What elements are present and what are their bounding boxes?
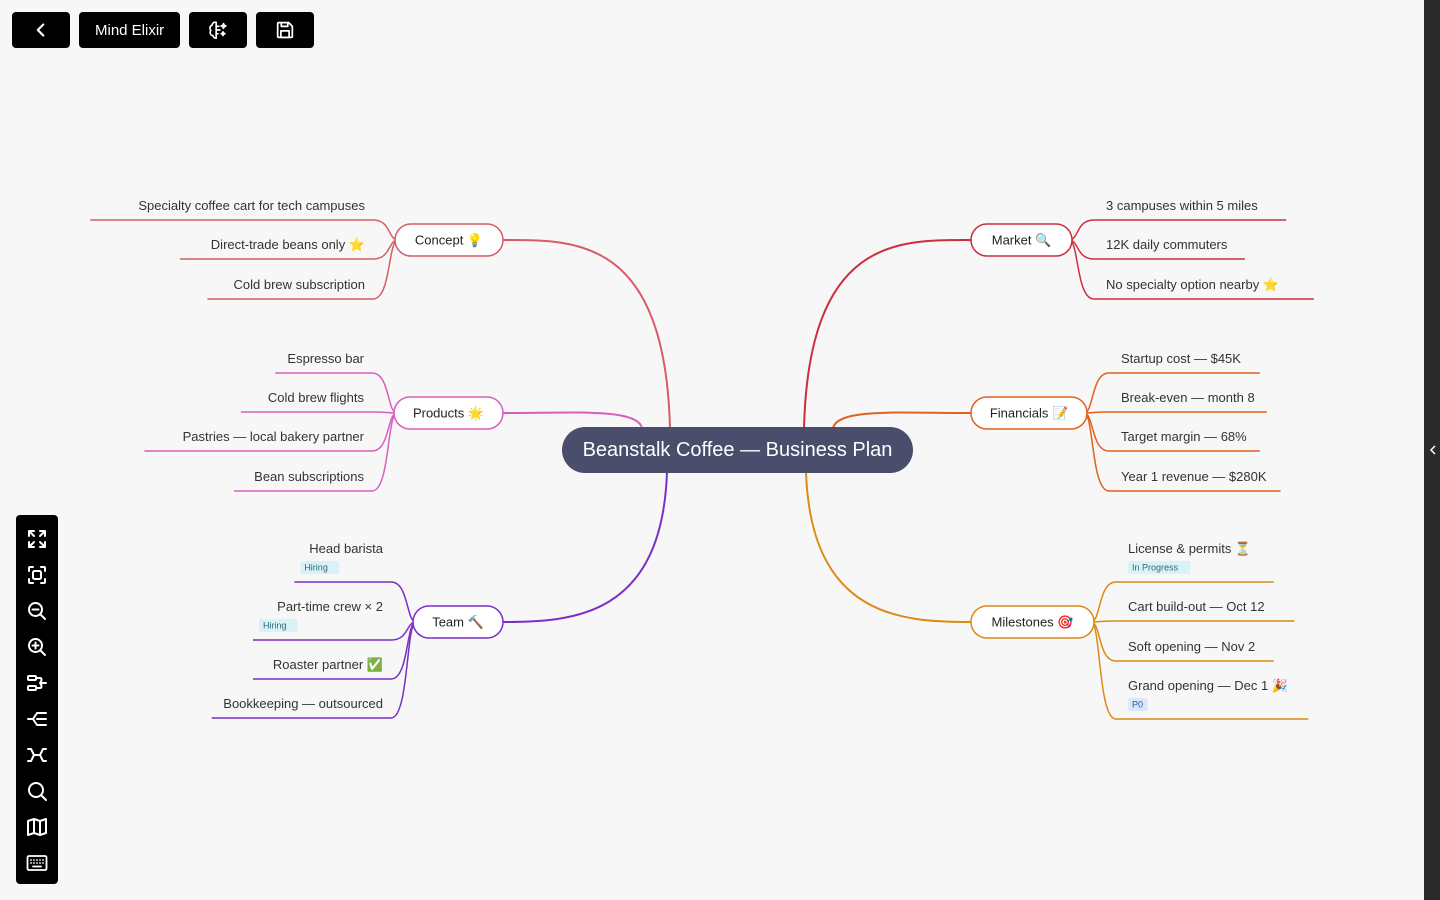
zoom-out-icon — [28, 602, 46, 620]
tag-label: P0 — [1132, 700, 1143, 710]
focus-frame-icon — [28, 566, 46, 584]
topic-financials[interactable]: Financials 📝 — [970, 396, 1088, 430]
child-bookkeeping-outsourced[interactable]: Bookkeeping — outsourced — [223, 696, 383, 711]
child-grand-opening-dec-1[interactable]: Grand opening — Dec 1 🎉 P0 — [1128, 678, 1288, 711]
child-connector — [1090, 621, 1309, 720]
child-label: No specialty option nearby ⭐ — [1106, 277, 1279, 292]
child-label: 3 campuses within 5 miles — [1106, 198, 1258, 213]
layout-right-button[interactable] — [16, 665, 58, 701]
child-label: Year 1 revenue — $280K — [1121, 469, 1267, 484]
layout-both-button[interactable] — [16, 737, 58, 773]
topic-label: Team 🔨 — [432, 615, 484, 630]
topic-label: Market 🔍 — [992, 232, 1052, 248]
tag-label: In Progress — [1132, 563, 1179, 573]
child-label: Pastries — local bakery partner — [183, 429, 365, 444]
side-layout-icon — [27, 675, 47, 691]
child-part-time-crew-2[interactable]: Part-time crew × 2 Hiring — [258, 599, 383, 632]
topic-milestones[interactable]: Milestones 🎯 — [970, 605, 1095, 639]
center-view-button[interactable] — [16, 557, 58, 593]
branch-connector-team — [502, 471, 668, 623]
child-label: Espresso bar — [287, 351, 364, 366]
topic-label: Milestones 🎯 — [992, 615, 1074, 630]
topic-concept[interactable]: Concept 💡 — [394, 223, 504, 257]
search-icon — [28, 782, 47, 801]
child-soft-opening-nov-2[interactable]: Soft opening — Nov 2 — [1128, 639, 1255, 654]
left-layout-icon — [27, 712, 47, 726]
child-label: Bookkeeping — outsourced — [223, 696, 383, 711]
child-bean-subscriptions[interactable]: Bean subscriptions — [254, 469, 364, 484]
root-topic[interactable]: Beanstalk Coffee — Business Plan — [562, 427, 913, 473]
child-no-specialty-option-nearby[interactable]: No specialty option nearby ⭐ — [1106, 277, 1279, 292]
child-label: 12K daily commuters — [1106, 237, 1228, 252]
child-label: Cold brew subscription — [233, 277, 365, 292]
topic-label: Financials 📝 — [990, 406, 1068, 421]
child-label: Soft opening — Nov 2 — [1128, 639, 1255, 654]
child-label: Startup cost — $45K — [1121, 351, 1241, 366]
child-label: License & permits ⏳ — [1128, 541, 1251, 556]
child-connector — [1083, 411, 1267, 414]
map-icon — [27, 818, 47, 836]
child-pastries-local-bakery-partner[interactable]: Pastries — local bakery partner — [183, 429, 365, 444]
child-3-campuses-within-5-miles[interactable]: 3 campuses within 5 miles — [1106, 198, 1258, 213]
child-label: Cart build-out — Oct 12 — [1128, 599, 1265, 614]
child-label: Part-time crew × 2 — [277, 599, 383, 614]
topic-label: Concept 💡 — [415, 233, 483, 248]
tag-label: Hiring — [263, 621, 287, 631]
child-direct-trade-beans-only[interactable]: Direct-trade beans only ⭐ — [211, 237, 365, 252]
branch-connector-market — [803, 238, 972, 429]
child-12k-daily-commuters[interactable]: 12K daily commuters — [1106, 237, 1228, 252]
child-target-margin-68[interactable]: Target margin — 68% — [1121, 429, 1247, 444]
topic-market[interactable]: Market 🔍 — [970, 223, 1073, 257]
side-toolbar — [16, 515, 58, 884]
child-specialty-coffee-cart-for-tech-campuses[interactable]: Specialty coffee cart for tech campuses — [138, 198, 365, 213]
full-screen-button[interactable] — [16, 521, 58, 557]
child-label: Target margin — 68% — [1121, 429, 1247, 444]
expand-icon — [28, 530, 46, 548]
branch-connector-concept — [502, 238, 671, 429]
child-label: Bean subscriptions — [254, 469, 364, 484]
branch-connector-milestones — [805, 471, 972, 623]
child-cart-build-out-oct-12[interactable]: Cart build-out — Oct 12 — [1128, 599, 1265, 614]
child-break-even-month-8[interactable]: Break-even — month 8 — [1121, 390, 1255, 405]
search-button[interactable] — [16, 773, 58, 809]
side-panel-toggle[interactable] — [1424, 0, 1440, 900]
topic-label: Products 🌟 — [413, 406, 484, 422]
child-startup-cost-45k[interactable]: Startup cost — $45K — [1121, 351, 1241, 366]
child-label: Direct-trade beans only ⭐ — [211, 237, 365, 252]
topic-team[interactable]: Team 🔨 — [412, 605, 504, 639]
child-connector — [1090, 620, 1295, 623]
child-cold-brew-flights[interactable]: Cold brew flights — [268, 390, 365, 405]
branch-connector-financials — [832, 411, 972, 429]
keyboard-shortcuts-button[interactable] — [16, 845, 58, 881]
child-label: Break-even — month 8 — [1121, 390, 1255, 405]
child-label: Specialty coffee cart for tech campuses — [138, 198, 365, 213]
tag-label: Hiring — [304, 563, 328, 573]
child-espresso-bar[interactable]: Espresso bar — [287, 351, 364, 366]
minimap-button[interactable] — [16, 809, 58, 845]
both-sides-icon — [27, 748, 47, 762]
layout-left-button[interactable] — [16, 701, 58, 737]
child-label: Roaster partner ✅ — [273, 657, 383, 672]
topic-products[interactable]: Products 🌟 — [393, 396, 504, 430]
child-license-permits[interactable]: License & permits ⏳ In Progress — [1128, 541, 1251, 574]
zoom-out-button[interactable] — [16, 593, 58, 629]
child-connector — [240, 411, 398, 414]
child-label: Grand opening — Dec 1 🎉 — [1128, 678, 1288, 694]
child-year-1-revenue-280k[interactable]: Year 1 revenue — $280K — [1121, 469, 1267, 484]
child-roaster-partner[interactable]: Roaster partner ✅ — [273, 657, 383, 672]
zoom-in-icon — [28, 638, 46, 656]
branch-connector-products — [502, 411, 643, 429]
child-head-barista[interactable]: Head barista Hiring — [300, 541, 384, 574]
zoom-in-button[interactable] — [16, 629, 58, 665]
child-label: Head barista — [309, 541, 383, 556]
keyboard-icon — [26, 855, 48, 871]
chevron-left-icon — [1429, 445, 1436, 455]
child-cold-brew-subscription[interactable]: Cold brew subscription — [233, 277, 365, 292]
child-label: Cold brew flights — [268, 390, 365, 405]
